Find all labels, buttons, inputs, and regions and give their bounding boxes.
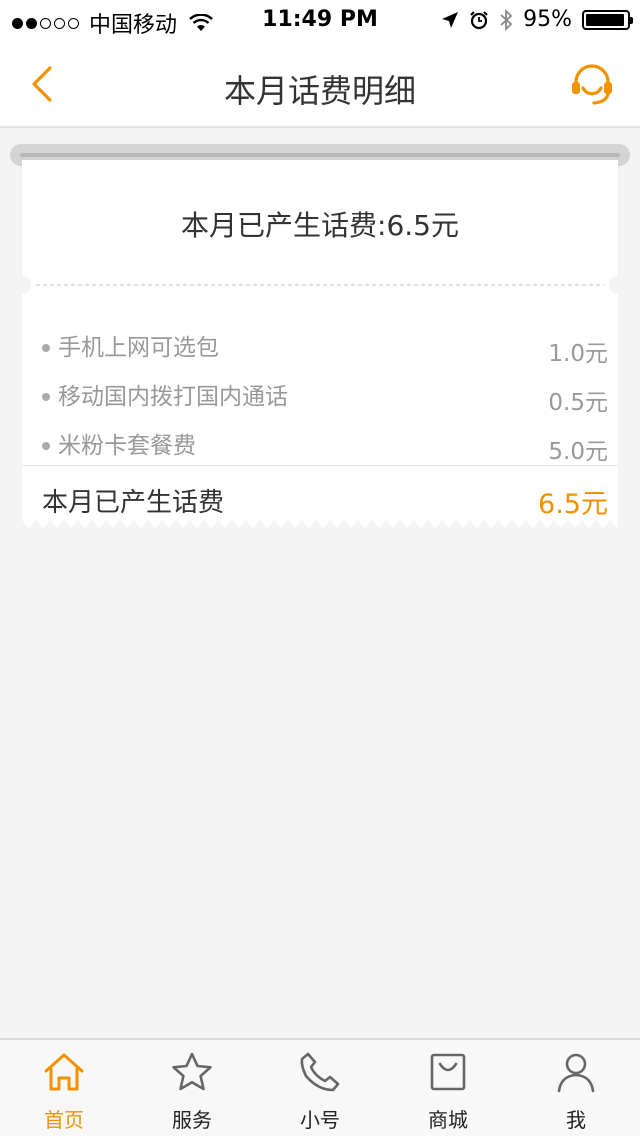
fee-item-amount: 0.5元: [548, 390, 608, 416]
fee-item-amount: 1.0元: [548, 341, 608, 367]
chevron-left-icon: [32, 66, 52, 102]
tab-label: 服务: [172, 1108, 212, 1132]
status-bar: 中国移动 11:49 PM 95%: [0, 0, 640, 40]
tab-label: 小号: [300, 1108, 340, 1132]
receipt-details: 手机上网可选包 1.0元 移动国内拨打国内通话 0.5元 米粉卡套餐费 5.0元…: [22, 294, 618, 520]
shopping-bag-icon: [430, 1053, 466, 1091]
total-summary-amount: 6.5元: [538, 489, 608, 520]
fee-item: 移动国内拨打国内通话 0.5元: [22, 373, 618, 422]
fee-item-amount: 5.0元: [548, 439, 608, 465]
home-icon: [44, 1053, 84, 1091]
battery-level: [586, 13, 624, 26]
fee-item-list: 手机上网可选包 1.0元 移动国内拨打国内通话 0.5元 米粉卡套餐费 5.0元: [22, 324, 618, 471]
receipt-header: 本月已产生话费:6.5元: [22, 160, 618, 284]
back-button[interactable]: [22, 60, 66, 108]
fee-item: 米粉卡套餐费 5.0元: [22, 422, 618, 471]
tab-label: 我: [566, 1108, 586, 1132]
star-icon: [172, 1052, 212, 1091]
user-icon: [557, 1053, 595, 1093]
status-left: 中国移动: [12, 7, 213, 39]
fee-item-label: 手机上网可选包: [58, 335, 219, 361]
tab-bar: 首页 服务 小号 商城 我: [0, 1038, 640, 1136]
alarm-icon: [470, 10, 488, 29]
tab-service[interactable]: 服务: [128, 1040, 256, 1136]
tab-home[interactable]: 首页: [0, 1040, 128, 1136]
signal-strength-icon: [12, 17, 79, 29]
bluetooth-icon: [500, 8, 513, 31]
battery-icon: [582, 9, 633, 30]
tab-label: 商城: [428, 1108, 468, 1132]
bullet-icon: [42, 442, 50, 450]
tab-mall[interactable]: 商城: [384, 1040, 512, 1136]
receipt-perforation: [13, 276, 627, 294]
monthly-total-heading: 本月已产生话费:6.5元: [181, 209, 459, 242]
receipt-torn-edge: [22, 520, 618, 528]
fee-item: 手机上网可选包 1.0元: [22, 324, 618, 373]
bullet-icon: [42, 393, 50, 401]
total-summary-row: 本月已产生话费 6.5元: [22, 465, 618, 521]
tab-me[interactable]: 我: [512, 1040, 640, 1136]
location-arrow-icon: [442, 11, 459, 28]
customer-service-button[interactable]: [568, 60, 616, 108]
battery-percent: 95%: [523, 7, 572, 32]
tab-secondary-number[interactable]: 小号: [256, 1040, 384, 1136]
fee-item-label: 移动国内拨打国内通话: [58, 384, 288, 410]
wifi-icon: [189, 14, 213, 31]
phone-icon: [300, 1052, 340, 1092]
headset-icon: [572, 64, 612, 105]
total-summary-label: 本月已产生话费: [42, 488, 225, 518]
page-title: 本月话费明细: [223, 72, 416, 110]
navigation-bar: 本月话费明细: [0, 40, 640, 128]
carrier-name: 中国移动: [89, 13, 178, 38]
status-right: 95%: [441, 7, 633, 32]
tab-label: 首页: [44, 1108, 84, 1132]
bullet-icon: [42, 344, 50, 352]
fee-item-label: 米粉卡套餐费: [58, 433, 196, 459]
